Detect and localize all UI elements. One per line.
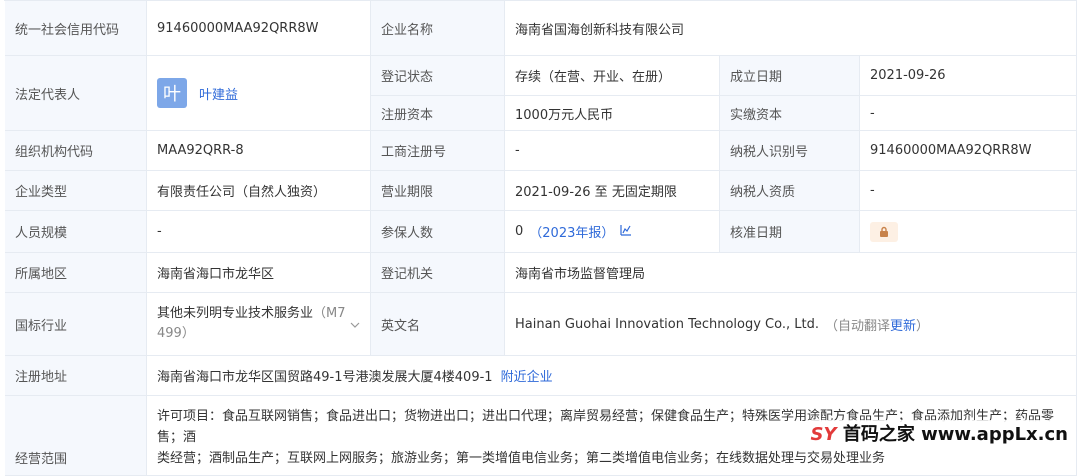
biz-term-value: 2021-09-26 至 无固定期限 — [505, 171, 720, 211]
org-code-value: MAA92QRR-8 — [147, 131, 371, 171]
scope-label: 经营范围 — [5, 396, 147, 476]
legal-rep-avatar[interactable]: 叶 — [157, 78, 187, 108]
insured-label: 参保人数 — [371, 211, 505, 253]
taxpayer-qual-label: 纳税人资质 — [720, 171, 860, 211]
region-value: 海南省海口市龙华区 — [147, 253, 371, 293]
address-label: 注册地址 — [5, 356, 147, 396]
region-label: 所属地区 — [5, 253, 147, 293]
address-value: 海南省海口市龙华区国贸路49-1号港澳发展大厦4楼409-1 附近企业 — [147, 356, 1077, 396]
lock-icon[interactable] — [870, 222, 898, 242]
founded-value: 2021-09-26 — [860, 56, 1077, 96]
reg-authority-label: 登记机关 — [371, 253, 505, 293]
insured-report-link[interactable]: （2023年报） — [529, 222, 614, 241]
approved-date-value — [860, 211, 1077, 253]
company-name-label: 企业名称 — [371, 1, 505, 56]
biz-reg-no-value: - — [505, 131, 720, 171]
staff-size-value: - — [147, 211, 371, 253]
legal-rep-value: 叶 叶建益 — [147, 56, 371, 131]
paid-capital-value: - — [860, 96, 1077, 131]
reg-capital-label: 注册资本 — [371, 96, 505, 131]
credit-code-value: 91460000MAA92QRR8W — [147, 1, 371, 56]
legal-rep-name-link[interactable]: 叶建益 — [199, 84, 238, 103]
taxpayer-id-value: 91460000MAA92QRR8W — [860, 131, 1077, 171]
en-name-value: Hainan Guohai Innovation Technology Co.,… — [505, 293, 1077, 356]
company-type-value: 有限责任公司（自然人独资） — [147, 171, 371, 211]
nearby-companies-link[interactable]: 附近企业 — [501, 366, 553, 385]
taxpayer-id-label: 纳税人识别号 — [720, 131, 860, 171]
approved-date-label: 核准日期 — [720, 211, 860, 253]
staff-size-label: 人员规模 — [5, 211, 147, 253]
credit-code-label: 统一社会信用代码 — [5, 1, 147, 56]
company-name-value: 海南省国海创新科技有限公司 — [505, 1, 1077, 56]
reg-status-label: 登记状态 — [371, 56, 505, 96]
reg-authority-value: 海南省市场监督管理局 — [505, 253, 1077, 293]
chart-icon[interactable] — [620, 224, 632, 240]
industry-label: 国标行业 — [5, 293, 147, 356]
org-code-label: 组织机构代码 — [5, 131, 147, 171]
taxpayer-qual-value: - — [860, 171, 1077, 211]
reg-status-value: 存续（在营、开业、在册） — [505, 56, 720, 96]
biz-reg-no-label: 工商注册号 — [371, 131, 505, 171]
insured-value: 0 （2023年报） — [505, 211, 720, 253]
biz-term-label: 营业期限 — [371, 171, 505, 211]
company-type-label: 企业类型 — [5, 171, 147, 211]
reg-capital-value: 1000万元人民币 — [505, 96, 720, 131]
paid-capital-label: 实缴资本 — [720, 96, 860, 131]
founded-label: 成立日期 — [720, 56, 860, 96]
update-link[interactable]: 更新 — [890, 315, 916, 334]
company-info-table: 统一社会信用代码 91460000MAA92QRR8W 企业名称 海南省国海创新… — [4, 0, 1077, 1]
industry-value[interactable]: 其他未列明专业技术服务业（M7 499） — [147, 293, 371, 356]
chevron-down-icon[interactable] — [350, 317, 360, 331]
watermark: SY 首码之家 www.appLx.cn — [807, 420, 1072, 446]
en-name-label: 英文名 — [371, 293, 505, 356]
legal-rep-label: 法定代表人 — [5, 56, 147, 131]
